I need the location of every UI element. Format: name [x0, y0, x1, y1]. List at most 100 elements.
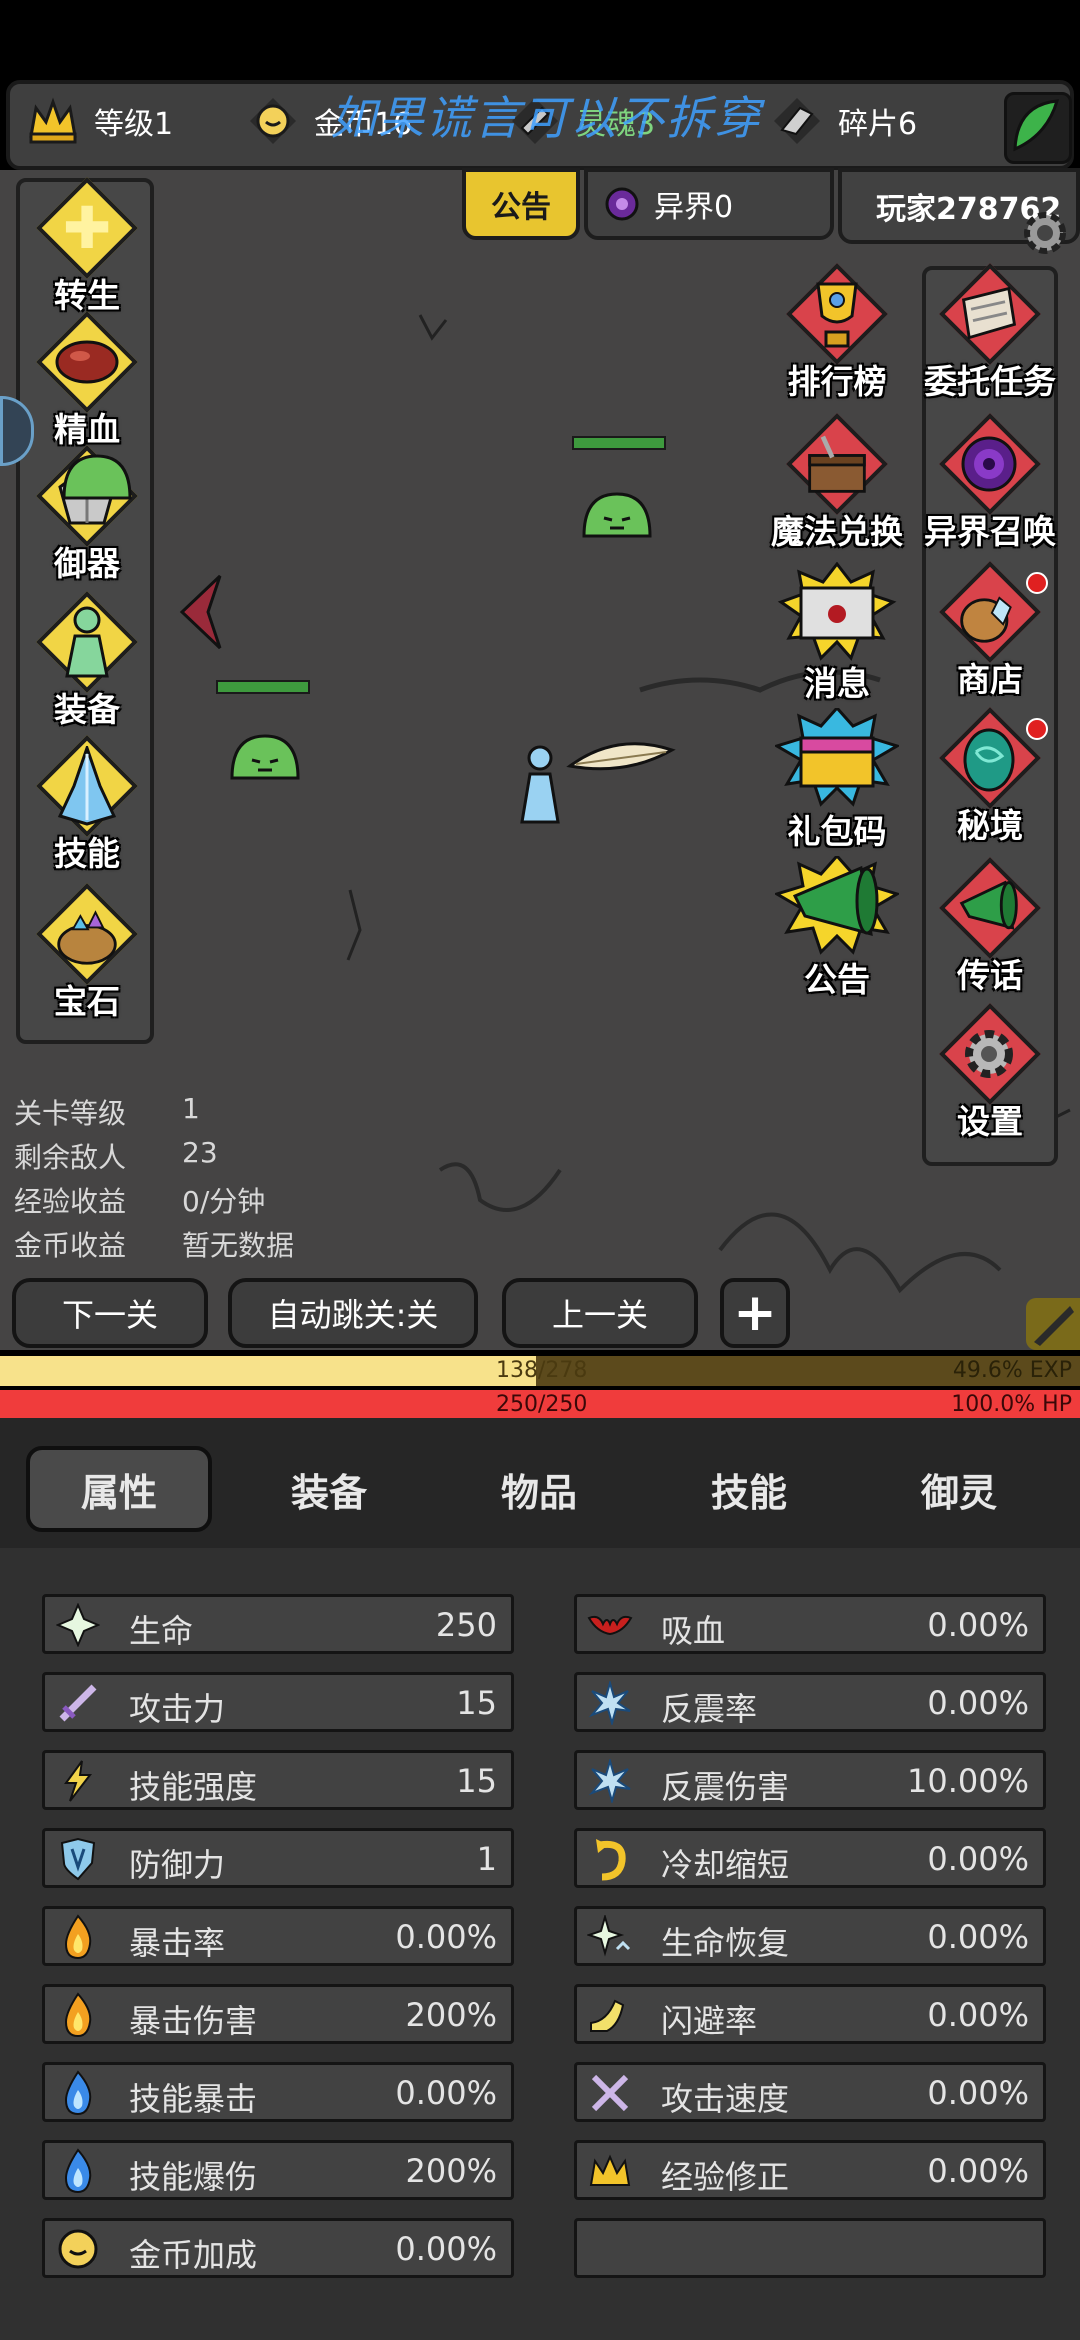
attr-name: 反震率 [661, 1690, 758, 1728]
slime-enemy[interactable] [60, 450, 134, 506]
secret-realm-button[interactable]: 秘境 [922, 707, 1058, 847]
announcement-button[interactable]: 公告 [772, 856, 902, 1001]
next-level-button[interactable]: 下一关 [12, 1278, 208, 1348]
notification-dot [1026, 718, 1048, 740]
stat-value: 暂无数据 [182, 1229, 295, 1262]
attr-name: 生命 [129, 1612, 194, 1650]
prev-level-button[interactable]: 上一关 [502, 1278, 698, 1348]
announcement-tab[interactable]: 公告 [462, 168, 580, 240]
attr-value: 0.00% [927, 1606, 1029, 1644]
attr-name: 冷却缩短 [661, 1846, 790, 1884]
gem-button[interactable]: 宝石 [22, 883, 152, 1023]
attr-value: 250 [435, 1606, 497, 1644]
rebirth-button[interactable]: ✚ 转生 [22, 177, 152, 317]
tab-items[interactable]: 物品 [446, 1446, 632, 1532]
gift-code-button[interactable]: 礼包码 [772, 708, 902, 853]
attr-value: 0.00% [927, 1840, 1029, 1878]
slime-enemy[interactable] [580, 488, 654, 544]
add-button[interactable]: + [720, 1278, 790, 1348]
commission-label: 委托任务 [924, 362, 1056, 401]
attr-name: 经验修正 [661, 2158, 790, 2196]
cross-icon [53, 1601, 103, 1649]
commission-button[interactable]: 委托任务 [922, 263, 1058, 403]
summon-button[interactable]: 异界召唤 [922, 413, 1058, 553]
level-stats: 关卡等级 1 剩余敌人 23 经验收益 0/分钟 金币收益 暂无数据 [14, 1092, 294, 1268]
quill-icon [1034, 1306, 1074, 1346]
quill-button[interactable] [1026, 1298, 1080, 1350]
attr-name: 攻击力 [129, 1690, 226, 1728]
left-arrow-icon[interactable] [176, 572, 224, 656]
settings-button[interactable]: 设置 [922, 1003, 1058, 1143]
attr-value: 200% [405, 1996, 497, 2034]
megaphone-icon [772, 856, 902, 955]
attr-value: 0.00% [927, 1918, 1029, 1956]
settings-gear-icon[interactable] [1018, 206, 1072, 260]
shop-label: 商店 [957, 660, 1023, 699]
slime-enemy[interactable] [228, 730, 302, 786]
feather-projectile [566, 736, 676, 786]
attr-row: 技能爆伤 200% [42, 2140, 514, 2200]
money-bag-icon [956, 572, 1022, 652]
leaf-button[interactable] [1004, 92, 1072, 164]
attr-row: 吸血 0.00% [574, 1594, 1046, 1654]
attr-name: 技能强度 [129, 1768, 258, 1806]
shop-button[interactable]: 商店 [922, 561, 1058, 701]
attr-row: 攻击力 15 [42, 1672, 514, 1732]
gift-code-label: 礼包码 [787, 812, 887, 851]
trophy-icon [804, 274, 870, 354]
cooldown-icon [585, 1835, 635, 1883]
attr-row: 技能暴击 0.00% [42, 2062, 514, 2122]
message-board-button[interactable]: 传话 [922, 857, 1058, 997]
blue-fire-icon [53, 2147, 103, 2195]
summon-label: 异界召唤 [924, 512, 1056, 551]
stat-row: 金币收益 暂无数据 [14, 1224, 294, 1268]
stat-label: 关卡等级 [14, 1097, 127, 1130]
announcement-label: 公告 [804, 960, 870, 999]
exp-fill [0, 1356, 536, 1386]
attr-name: 技能爆伤 [129, 2158, 258, 2196]
artifact-label: 御器 [54, 544, 120, 583]
hp-text: 250/250 [496, 1392, 588, 1417]
attr-value: 0.00% [927, 2152, 1029, 2190]
settings-label: 设置 [957, 1102, 1023, 1141]
attr-row: 闪避率 0.00% [574, 1984, 1046, 2044]
tab-attributes[interactable]: 属性 [26, 1446, 212, 1532]
attr-name: 吸血 [661, 1612, 726, 1650]
leaderboard-label: 排行榜 [787, 362, 887, 401]
attr-value: 15 [456, 1762, 497, 1800]
tab-skills[interactable]: 技能 [656, 1446, 842, 1532]
exp-text: 138/278 [496, 1358, 588, 1383]
blue-fire-icon [53, 2069, 103, 2117]
tab-equipment[interactable]: 装备 [236, 1446, 422, 1532]
attr-row: 暴击率 0.00% [42, 1906, 514, 1966]
attr-row: 攻击速度 0.00% [574, 2062, 1046, 2122]
gem-label: 宝石 [54, 982, 120, 1021]
attr-name: 闪避率 [661, 2002, 758, 2040]
stat-row: 关卡等级 1 [14, 1092, 294, 1136]
equipment-button[interactable]: 装备 [22, 591, 152, 731]
attr-row: 冷却缩短 0.00% [574, 1828, 1046, 1888]
attr-row: 防御力 1 [42, 1828, 514, 1888]
exp-percent: 49.6% EXP [952, 1358, 1072, 1383]
exp-bar: 138/278 49.6% EXP [0, 1356, 1080, 1386]
essence-label: 精血 [54, 410, 120, 449]
skill-button[interactable]: 技能 [22, 735, 152, 875]
leaderboard-button[interactable]: 排行榜 [772, 263, 902, 403]
essence-button[interactable]: 精血 [22, 311, 152, 451]
figure-icon [54, 602, 120, 682]
magic-exchange-button[interactable]: 魔法兑换 [771, 413, 903, 553]
fire-icon [53, 1991, 103, 2039]
stat-label: 金币收益 [14, 1229, 127, 1262]
fragment-text: 碎片6 [838, 107, 918, 142]
attr-value: 0.00% [395, 2230, 497, 2268]
tab-spirits[interactable]: 御灵 [866, 1446, 1052, 1532]
otherworld-tab[interactable]: 异界0 [584, 168, 834, 240]
crown-icon [585, 2147, 635, 2195]
watermark-text: 如果谎言可以不拆穿 [330, 91, 762, 145]
letter-icon [772, 562, 902, 661]
auto-skip-button[interactable]: 自动跳关:关 [228, 1278, 478, 1348]
hp-bar: 250/250 100.0% HP [0, 1390, 1080, 1420]
fire-icon [53, 1913, 103, 1961]
message-button[interactable]: 消息 [772, 562, 902, 705]
skill-label: 技能 [54, 834, 120, 873]
